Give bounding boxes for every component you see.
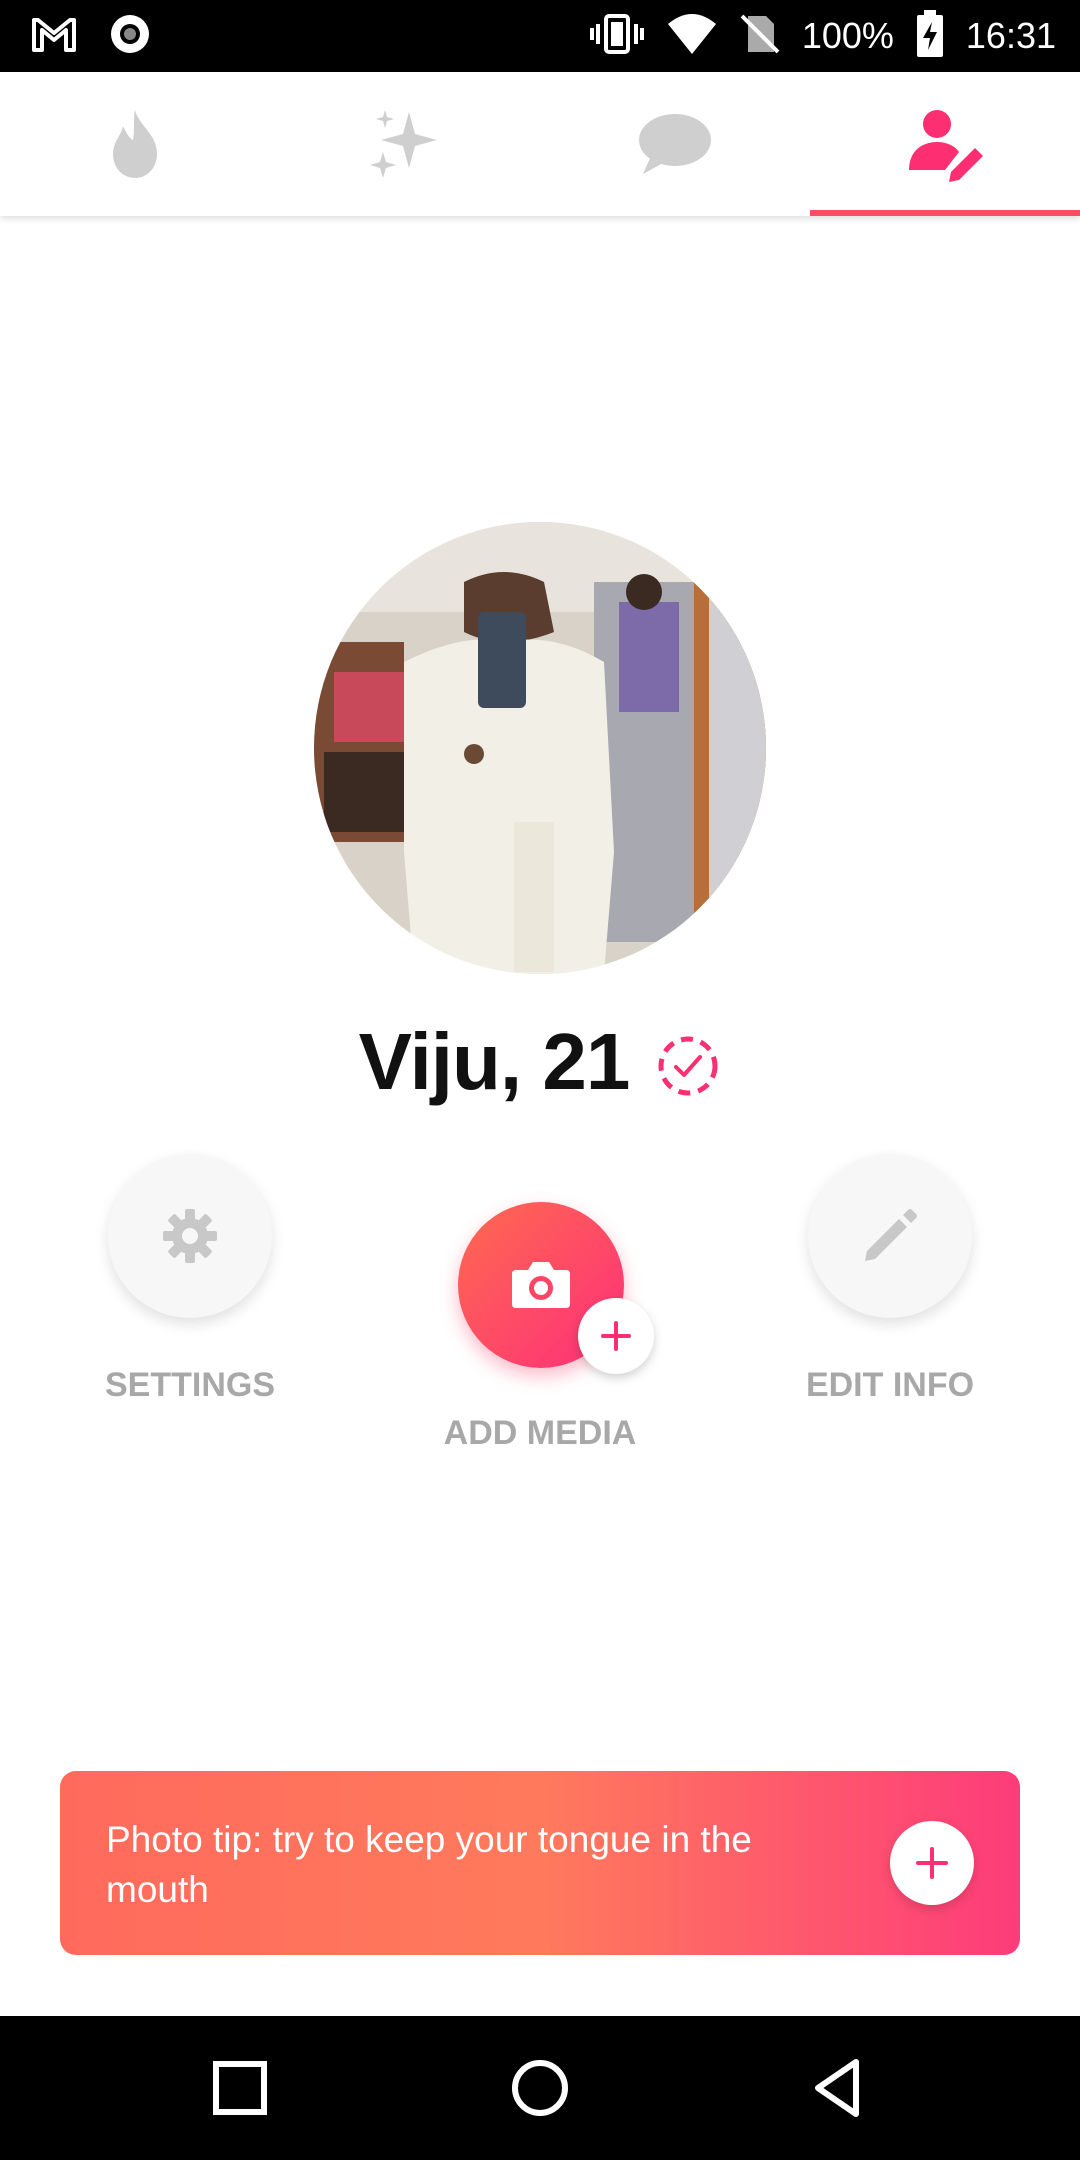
battery-text: 100% bbox=[801, 15, 894, 56]
system-nav-bar bbox=[0, 2016, 1080, 2160]
home-button[interactable] bbox=[506, 2054, 574, 2122]
gear-icon bbox=[163, 1209, 217, 1263]
active-tab-indicator bbox=[810, 210, 1080, 216]
status-bar: 100% 16:31 bbox=[0, 0, 1080, 72]
edit-info-label: EDIT INFO bbox=[805, 1366, 975, 1404]
plus-icon bbox=[916, 1847, 948, 1879]
top-tab-bar bbox=[0, 72, 1080, 216]
photo-tip-text: Photo tip: try to keep your tongue in th… bbox=[106, 1819, 752, 1910]
photo-tip-add-button[interactable] bbox=[890, 1821, 974, 1905]
sparkle-icon bbox=[370, 110, 437, 178]
gmail-icon bbox=[30, 14, 78, 59]
home-icon bbox=[512, 2060, 568, 2116]
settings-button[interactable] bbox=[108, 1154, 272, 1318]
verify-badge-icon[interactable] bbox=[655, 1033, 721, 1099]
recents-button[interactable] bbox=[206, 2054, 274, 2122]
add-media-label: ADD MEDIA bbox=[443, 1414, 637, 1452]
pencil-icon bbox=[865, 1209, 917, 1261]
profile-name-age: Viju, 21 bbox=[358, 1017, 631, 1106]
add-media-plus-button[interactable] bbox=[578, 1298, 654, 1374]
flame-icon bbox=[113, 110, 157, 178]
back-button[interactable] bbox=[806, 2054, 874, 2122]
settings-label: SETTINGS bbox=[104, 1366, 276, 1404]
recents-icon bbox=[213, 2061, 267, 2115]
tab-top-picks[interactable] bbox=[270, 72, 540, 216]
clock: 16:31 bbox=[965, 15, 1056, 56]
no-sim-icon bbox=[740, 12, 780, 61]
vibrate-icon bbox=[589, 12, 644, 61]
profile-name-row: Viju, 21 bbox=[0, 1012, 1080, 1112]
profile-edit-icon bbox=[909, 110, 983, 182]
tab-messages[interactable] bbox=[540, 72, 810, 216]
tab-profile[interactable] bbox=[810, 72, 1080, 216]
photo-tip-banner[interactable]: Photo tip: try to keep your tongue in th… bbox=[60, 1771, 1020, 1955]
battery-charging-icon bbox=[916, 9, 944, 63]
record-icon bbox=[108, 12, 152, 61]
camera-icon bbox=[512, 1262, 570, 1308]
back-icon bbox=[815, 2059, 859, 2117]
profile-photo-image bbox=[314, 522, 766, 974]
tab-discover[interactable] bbox=[0, 72, 270, 216]
profile-photo[interactable] bbox=[314, 522, 766, 974]
wifi-icon bbox=[666, 12, 718, 61]
chat-icon bbox=[639, 114, 711, 174]
edit-info-button[interactable] bbox=[808, 1154, 972, 1318]
plus-icon bbox=[601, 1321, 631, 1351]
